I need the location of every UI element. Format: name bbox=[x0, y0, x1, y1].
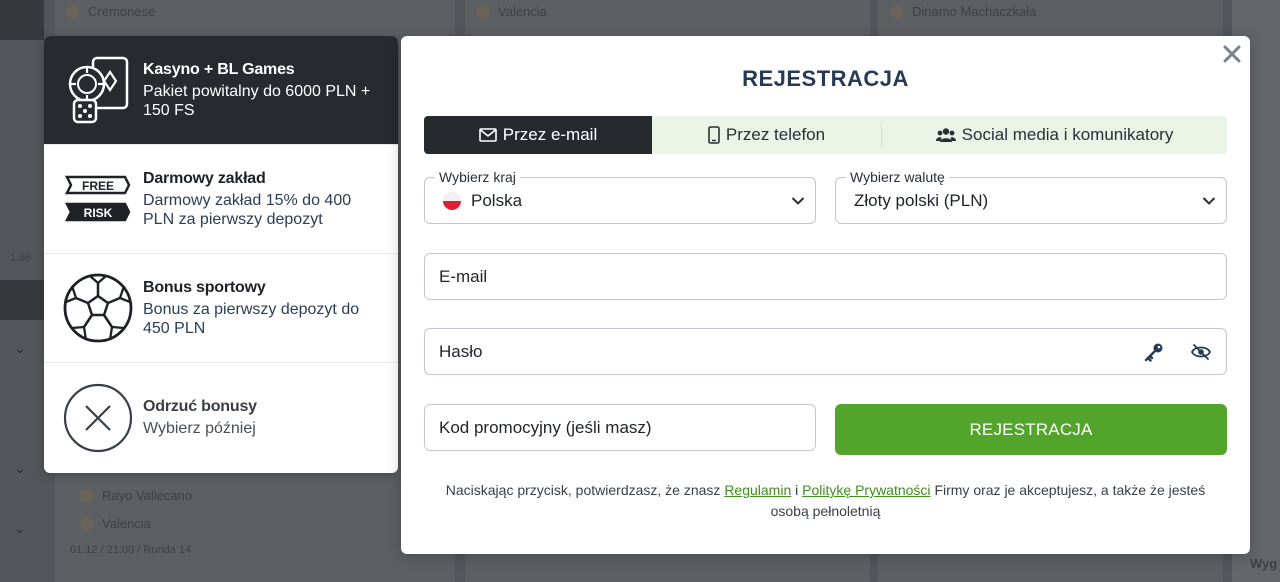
modal-title: REJESTRACJA bbox=[742, 66, 909, 91]
country-select[interactable]: Wybierz kraj Polska bbox=[424, 169, 816, 224]
soccer-ball-icon bbox=[62, 272, 134, 344]
key-icon[interactable] bbox=[1144, 342, 1164, 362]
risk-label: RISK bbox=[84, 206, 113, 220]
chevron-down-icon bbox=[791, 196, 805, 205]
casino-cards-icon bbox=[62, 54, 134, 126]
free-risk-icon: FREE RISK bbox=[62, 163, 134, 235]
users-icon bbox=[935, 128, 956, 142]
password-field[interactable]: Hasło bbox=[424, 328, 1227, 375]
country-value: Polska bbox=[471, 190, 523, 210]
tab-label: Przez e-mail bbox=[502, 125, 598, 144]
registration-modal: REJESTRACJA Przez e-mail Przez telefon S… bbox=[401, 36, 1250, 554]
bonus-option-decline[interactable]: Odrzuć bonusy Wybierz później bbox=[44, 363, 398, 472]
bonus-description: Wybierz później bbox=[143, 419, 256, 437]
password-placeholder: Hasło bbox=[439, 341, 483, 361]
email-placeholder: E-mail bbox=[439, 266, 488, 286]
terms-text: i bbox=[795, 482, 799, 498]
eye-slash-icon[interactable] bbox=[1190, 344, 1212, 360]
phone-icon bbox=[708, 126, 720, 144]
tab-phone[interactable]: Przez telefon bbox=[652, 116, 881, 154]
register-button[interactable]: REJESTRACJA bbox=[835, 404, 1227, 455]
close-icon bbox=[1223, 45, 1241, 63]
regulations-link[interactable]: Regulamin bbox=[724, 482, 791, 498]
email-field[interactable]: E-mail bbox=[424, 253, 1227, 300]
bonus-title: Bonus sportowy bbox=[143, 278, 266, 296]
registration-tabs: Przez e-mail Przez telefon Social media … bbox=[424, 116, 1227, 154]
terms-notice: Naciskając przycisk, potwierdzasz, że zn… bbox=[431, 480, 1220, 522]
tab-email[interactable]: Przez e-mail bbox=[424, 116, 652, 154]
bonus-title: Kasyno + BL Games bbox=[143, 60, 295, 78]
promo-placeholder: Kod promocyjny (jeśli masz) bbox=[439, 417, 652, 437]
bonus-title: Odrzuć bonusy bbox=[143, 397, 257, 415]
bonus-description: Pakiet powitalny do 6000 PLN + 150 FS bbox=[143, 82, 371, 119]
bonus-option-sport[interactable]: Bonus sportowy Bonus za pierwszy depozyt… bbox=[44, 254, 398, 363]
tab-social[interactable]: Social media i komunikatory bbox=[882, 116, 1227, 154]
country-legend: Wybierz kraj bbox=[435, 169, 520, 185]
tab-label: Social media i komunikatory bbox=[961, 125, 1174, 144]
privacy-policy-link[interactable]: Politykę Prywatności bbox=[802, 482, 930, 498]
terms-text: Naciskając przycisk, potwierdzasz, że zn… bbox=[445, 482, 721, 498]
currency-select[interactable]: Wybierz walutę Złoty polski (PLN) bbox=[835, 169, 1227, 224]
poland-flag-icon bbox=[443, 191, 461, 210]
x-circle-icon bbox=[62, 382, 134, 454]
currency-legend: Wybierz walutę bbox=[846, 169, 949, 185]
close-button[interactable] bbox=[1220, 42, 1244, 66]
promo-code-field[interactable]: Kod promocyjny (jeśli masz) bbox=[424, 404, 816, 451]
tab-label: Przez telefon bbox=[725, 125, 826, 144]
envelope-icon bbox=[478, 128, 497, 142]
bonus-description: Bonus za pierwszy depozyt do 450 PLN bbox=[143, 300, 360, 337]
bonus-description: Darmowy zakład 15% do 400 PLN za pierwsz… bbox=[143, 191, 352, 228]
bonus-title: Darmowy zakład bbox=[143, 169, 266, 187]
bonus-option-free-bet[interactable]: FREE RISK Darmowy zakład Darmowy zakład … bbox=[44, 145, 398, 254]
bonus-option-casino[interactable]: Kasyno + BL Games Pakiet powitalny do 60… bbox=[44, 36, 398, 145]
chevron-down-icon bbox=[1202, 196, 1216, 205]
bonus-panel: Kasyno + BL Games Pakiet powitalny do 60… bbox=[44, 36, 398, 473]
free-label: FREE bbox=[82, 179, 114, 193]
currency-value: Złoty polski (PLN) bbox=[854, 190, 989, 210]
